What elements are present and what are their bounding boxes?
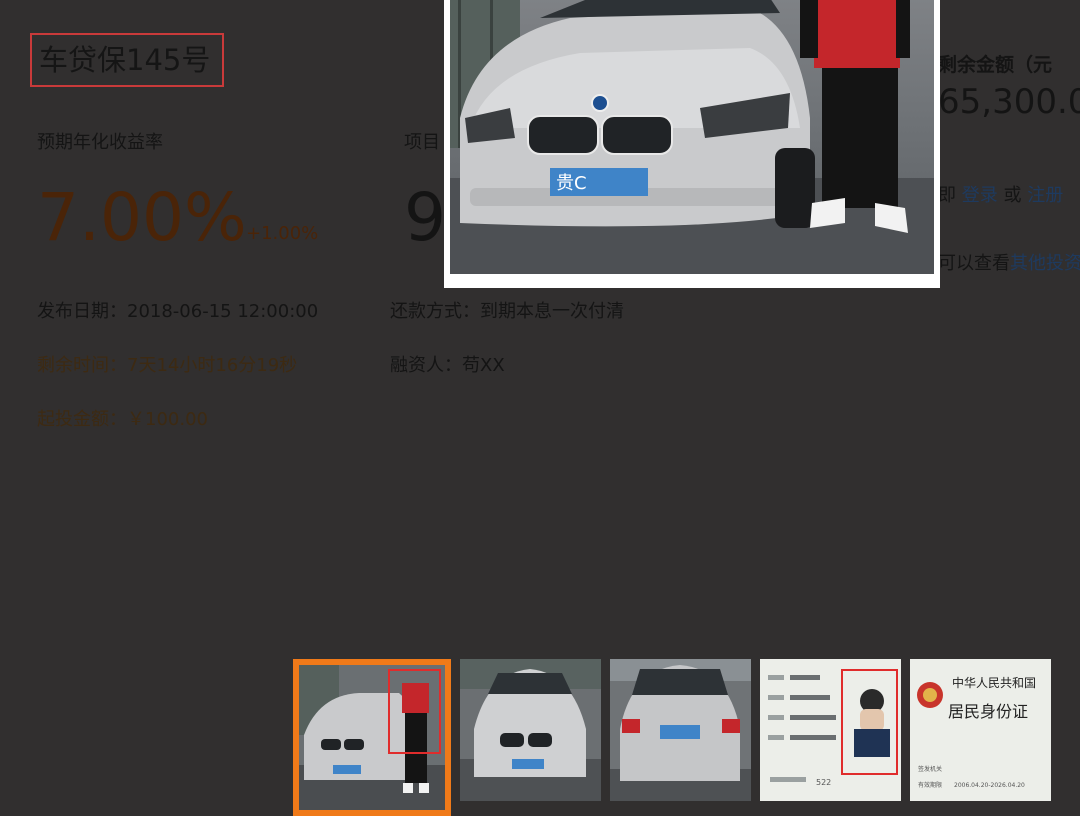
thumbnail-id-card-back[interactable]: 中华人民共和国 居民身份证 签发机关 有效期限 2006.04.20-2026.… bbox=[910, 659, 1051, 801]
plate-text: 贵C bbox=[556, 173, 587, 194]
borrower: 融资人：苟XX bbox=[390, 355, 505, 376]
repay-method: 还款方式：到期本息一次付清 bbox=[390, 301, 624, 322]
min-invest: 起投金额：￥100.00 bbox=[37, 409, 208, 430]
login-link[interactable]: 登录 bbox=[962, 185, 998, 206]
validity-label: 有效期限 bbox=[918, 781, 942, 789]
register-link[interactable]: 注册 bbox=[1027, 185, 1063, 206]
time-left: 剩余时间：7天14小时16分19秒 bbox=[37, 355, 298, 376]
remaining-amount-label: 剩余金额（元 bbox=[938, 54, 1053, 76]
thumbnail-car-front[interactable] bbox=[460, 659, 601, 801]
thumbnail-id-card-front[interactable]: 522 bbox=[760, 659, 901, 801]
id-card-name: 居民身份证 bbox=[948, 702, 1028, 721]
car-front-thumb-illustration bbox=[460, 659, 601, 801]
other-investments-link[interactable]: 其他投资 bbox=[1010, 253, 1080, 274]
car-rear-thumb-illustration bbox=[610, 659, 751, 801]
remaining-amount-value: 65,300.00 bbox=[938, 82, 1080, 122]
enlarged-car-photo: 贵C bbox=[450, 0, 934, 274]
view-prompt: 可以查看其他投资 bbox=[938, 249, 1080, 275]
id-back-thumb-illustration: 中华人民共和国 居民身份证 签发机关 有效期限 2006.04.20-2026.… bbox=[910, 659, 1051, 801]
view-prefix: 可以查看 bbox=[938, 253, 1010, 274]
selected-thumbnail-border bbox=[293, 659, 451, 816]
rate-label: 预期年化收益率 bbox=[37, 132, 163, 153]
validity-value: 2006.04.20-2026.04.20 bbox=[954, 782, 1025, 789]
id-country-text: 中华人民共和国 bbox=[952, 675, 1036, 690]
rate-bonus: +1.00% bbox=[246, 223, 319, 244]
login-prompt: 即 登录 或 注册 bbox=[938, 181, 1063, 207]
annual-rate-value: 7.00% bbox=[37, 179, 247, 256]
id-number-prefix: 522 bbox=[816, 778, 831, 787]
thumbnail-car-rear[interactable] bbox=[610, 659, 751, 801]
publish-date: 发布日期：2018-06-15 12:00:00 bbox=[37, 301, 319, 322]
or-text: 或 bbox=[1003, 185, 1022, 206]
loan-title: 车贷保145号 bbox=[30, 33, 224, 87]
issuer-label: 签发机关 bbox=[918, 765, 942, 773]
project-label: 项目 bbox=[404, 132, 440, 153]
project-value: 9 bbox=[404, 179, 446, 256]
id-photo-highlight-box bbox=[841, 669, 898, 775]
photo-lightbox: 贵C bbox=[444, 0, 940, 288]
login-prefix: 即 bbox=[938, 185, 956, 206]
car-photo-illustration: 贵C bbox=[450, 0, 934, 274]
